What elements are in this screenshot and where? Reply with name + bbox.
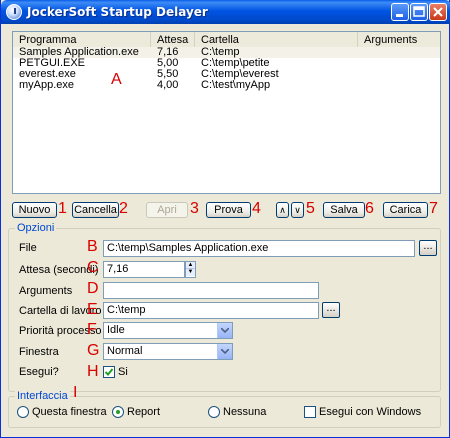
attesa-spinner[interactable]: ▲ ▼: [185, 261, 196, 278]
esegui-checkbox-label: Si: [118, 366, 128, 378]
minimize-icon: [396, 14, 403, 17]
column-header-arguments[interactable]: Arguments: [358, 32, 440, 48]
annotation-7: 7: [429, 200, 438, 217]
radio-report[interactable]: [112, 406, 124, 418]
annotation-d: D: [87, 280, 99, 297]
browse-file-button[interactable]: ...: [419, 240, 437, 256]
app-icon: [6, 4, 22, 20]
carica-button[interactable]: Carica: [383, 202, 428, 218]
radio-report-label: Report: [127, 406, 161, 418]
title-bar[interactable]: JockerSoft Startup Delayer: [1, 0, 450, 24]
annotation-c: C: [87, 259, 99, 276]
annotation-3: 3: [190, 200, 199, 217]
finestra-value: Normal: [107, 345, 143, 357]
annotation-a: A: [111, 71, 122, 88]
prova-button[interactable]: Prova: [206, 202, 251, 218]
file-label: File: [19, 242, 37, 254]
close-button[interactable]: [429, 3, 447, 21]
chevron-down-icon[interactable]: [217, 323, 232, 338]
radio-nessuna[interactable]: [208, 406, 220, 418]
close-icon: [433, 7, 443, 17]
chevron-down-icon[interactable]: [217, 344, 232, 359]
annotation-b: B: [87, 238, 98, 255]
program-list[interactable]: Programma Attesa Cartella Arguments Samp…: [12, 31, 441, 194]
spin-down-icon[interactable]: ▼: [186, 269, 195, 276]
maximize-icon: [413, 6, 425, 17]
arguments-field[interactable]: [103, 282, 319, 299]
cell-cartella: C:\test\myApp: [201, 79, 271, 91]
annotation-2: 2: [119, 200, 128, 217]
move-up-button[interactable]: ∧: [276, 202, 289, 218]
annotation-i: I: [73, 384, 78, 401]
salva-button[interactable]: Salva: [323, 202, 365, 218]
finestra-select[interactable]: Normal: [103, 343, 233, 360]
annotation-5: 5: [306, 200, 315, 217]
esegui-label: Esegui?: [19, 366, 59, 378]
radio-nessuna-label: Nessuna: [223, 406, 267, 418]
esegui-checkbox[interactable]: [103, 366, 115, 378]
priorita-select[interactable]: Idle: [103, 322, 233, 339]
annotation-1: 1: [58, 200, 67, 217]
esegui-con-windows-label: Esegui con Windows: [319, 406, 422, 418]
apri-button[interactable]: Apri: [146, 202, 188, 218]
interface-group-title: Interfaccia: [15, 390, 70, 402]
spin-up-icon[interactable]: ▲: [186, 262, 195, 269]
nuovo-button[interactable]: Nuovo: [12, 202, 57, 218]
annotation-h: H: [87, 363, 99, 380]
checkmark-icon: [104, 368, 114, 376]
options-group-title: Opzioni: [15, 222, 57, 234]
annotation-g: G: [87, 342, 100, 359]
maximize-button[interactable]: [410, 3, 428, 21]
file-field[interactable]: C:\temp\Samples Application.exe: [103, 240, 415, 257]
app-window: JockerSoft Startup Delayer Programma Att…: [0, 0, 450, 438]
radio-questa-finestra[interactable]: [17, 406, 29, 418]
annotation-e: E: [87, 301, 98, 318]
cell-programma: myApp.exe: [19, 79, 75, 91]
cell-attesa: 4,00: [157, 79, 179, 91]
annotation-6: 6: [365, 200, 374, 217]
radio-questa-finestra-label: Questa finestra: [32, 406, 107, 418]
cartella-field[interactable]: C:\temp: [103, 302, 319, 319]
annotation-f: F: [87, 321, 97, 338]
browse-cartella-button[interactable]: ...: [322, 302, 340, 318]
minimize-button[interactable]: [391, 3, 409, 21]
list-item[interactable]: myApp.exe 4,00 C:\test\myApp: [13, 80, 440, 91]
finestra-label: Finestra: [19, 346, 59, 358]
cancella-button[interactable]: Cancella: [72, 202, 119, 218]
attesa-field[interactable]: 7,16: [103, 261, 185, 278]
annotation-4: 4: [252, 200, 261, 217]
esegui-con-windows-checkbox[interactable]: [304, 406, 316, 418]
priorita-value: Idle: [107, 324, 125, 336]
arguments-label: Arguments: [19, 285, 73, 297]
move-down-button[interactable]: ∨: [291, 202, 304, 218]
window-title: JockerSoft Startup Delayer: [27, 5, 208, 19]
